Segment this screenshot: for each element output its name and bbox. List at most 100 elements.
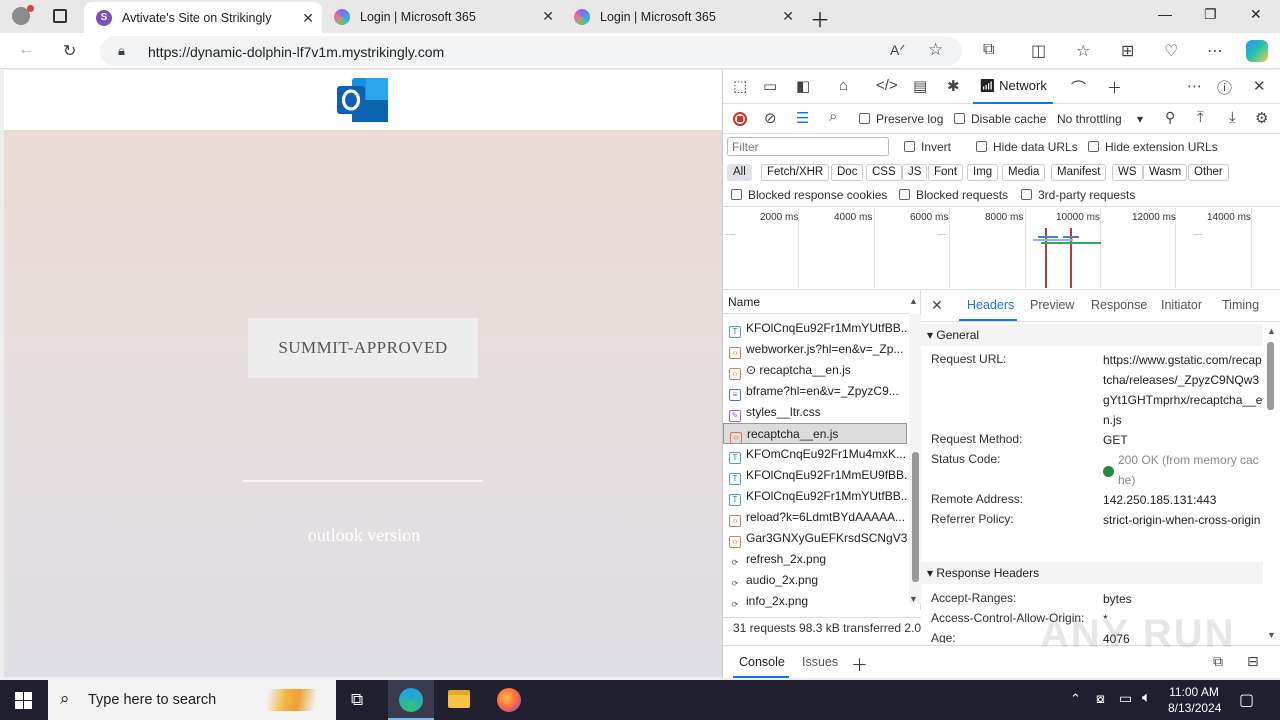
new-tab-icon[interactable]: ＋	[810, 4, 830, 33]
console-icon[interactable]: ▤	[913, 77, 927, 95]
device-toggle-icon[interactable]: ▭	[763, 77, 777, 95]
request-row[interactable]: ⟳ info_2x.png	[723, 591, 907, 612]
throttling-select[interactable]: No throttling ▾	[1057, 112, 1143, 126]
filter-doc[interactable]: Doc	[831, 164, 864, 181]
filter-media[interactable]: Media	[1002, 164, 1046, 181]
filter-manifest[interactable]: Manifest	[1051, 164, 1107, 181]
request-row[interactable]: ‹› ⊙ recaptcha__en.js	[723, 360, 907, 381]
tab-response[interactable]: Response	[1091, 298, 1147, 312]
request-row[interactable]: ⟳ refresh_2x.png	[723, 549, 907, 570]
filter-toggle-icon[interactable]: ☰	[796, 109, 809, 127]
request-row[interactable]: ‹› Gar3GNXyGuEFKrsdSCNgV3...	[723, 528, 907, 549]
more-tools-icon[interactable]: ＋	[1107, 77, 1122, 98]
preserve-log-checkbox[interactable]: Preserve log	[859, 112, 943, 126]
collections-icon[interactable]: ⊞	[1121, 41, 1134, 61]
third-party-requests-checkbox[interactable]: 3rd-party requests	[1021, 188, 1135, 202]
tab-strikingly[interactable]: S Avtivate's Site on Strikingly ✕	[84, 2, 322, 33]
filter-img[interactable]: Img	[967, 164, 999, 181]
wifi-tray-icon[interactable]: ▭	[1119, 690, 1132, 707]
lock-icon[interactable]: 🔒︎	[118, 43, 125, 59]
checkbox[interactable]	[1021, 189, 1032, 200]
help-icon[interactable]: ⓘ	[1217, 77, 1232, 98]
checkbox[interactable]	[731, 189, 742, 200]
request-list-scrollbar[interactable]	[909, 314, 921, 604]
sources-bug-icon[interactable]: ✱	[947, 77, 960, 95]
address-bar[interactable]: 🔒︎ https://dynamic-dolphin-lf7v1m.mystri…	[100, 36, 962, 66]
close-detail-icon[interactable]: ✕	[931, 297, 943, 314]
import-har-icon[interactable]: ⤒	[1197, 109, 1204, 126]
request-row[interactable]: T KFOlCnqEu92Fr1MmEU9fBB...	[723, 465, 907, 486]
request-row[interactable]: T KFOlCnqEu92Fr1MmYUtfBB...	[723, 486, 907, 507]
tab-initiator[interactable]: Initiator	[1161, 298, 1202, 312]
scroll-down-icon[interactable]: ▼	[909, 594, 918, 604]
blocked-requests-checkbox[interactable]: Blocked requests	[899, 188, 1008, 202]
record-icon[interactable]	[733, 112, 747, 126]
filter-fetch-xhr[interactable]: Fetch/XHR	[761, 164, 830, 181]
more-menu-icon[interactable]: ⋯	[1207, 41, 1223, 61]
file-explorer-icon[interactable]	[448, 690, 470, 708]
hide-data-urls-checkbox[interactable]: Hide data URLs	[976, 140, 1078, 154]
close-window-icon[interactable]: ✕	[1250, 6, 1262, 23]
tab-network[interactable]: 📶︎ Network	[973, 70, 1053, 104]
minimize-icon[interactable]: —	[1158, 6, 1172, 22]
request-row[interactable]: T KFOlCnqEu92Fr1MmYUtfBB...	[723, 318, 907, 339]
copilot-icon[interactable]	[1246, 40, 1268, 62]
general-section-header[interactable]: ▾ General	[921, 324, 1263, 346]
scroll-down-icon[interactable]: ▼	[1267, 630, 1276, 640]
scroll-up-icon[interactable]: ▲	[1267, 326, 1276, 336]
close-tab-icon[interactable]: ✕	[302, 10, 314, 27]
export-har-icon[interactable]: ⤓	[1229, 109, 1236, 126]
tab-login-2[interactable]: Login | Microsoft 365 ✕	[562, 0, 802, 33]
overflow-menu-icon[interactable]: ⋯	[1187, 77, 1202, 95]
tab-headers[interactable]: Headers	[967, 298, 1014, 312]
tab-issues[interactable]: Issues	[802, 655, 838, 669]
checkbox[interactable]	[954, 113, 965, 124]
refresh-icon[interactable]: ↻	[63, 41, 76, 61]
checkbox[interactable]	[899, 189, 910, 200]
firefox-icon[interactable]	[497, 688, 521, 712]
notifications-icon[interactable]: ▢	[1239, 690, 1254, 710]
checkbox[interactable]	[976, 141, 987, 152]
edge-taskbar-icon[interactable]	[388, 680, 434, 720]
hide-extension-urls-checkbox[interactable]: Hide extension URLs	[1088, 140, 1218, 154]
filter-wasm[interactable]: Wasm	[1143, 164, 1188, 181]
request-row[interactable]: ‹› reload?k=6LdmtBYdAAAAA...	[723, 507, 907, 528]
restore-icon[interactable]: ❐	[1204, 6, 1217, 23]
performance-icon[interactable]: ⌒	[1071, 77, 1086, 98]
taskbar-search[interactable]: ⌕ Type here to search	[48, 680, 336, 720]
name-column-header[interactable]: Name	[723, 290, 909, 314]
inspect-icon[interactable]: ⬚	[733, 77, 747, 95]
scroll-up-icon[interactable]: ▲	[909, 296, 918, 306]
settings-gear-icon[interactable]: ⚙	[1255, 109, 1268, 127]
show-hidden-icons-icon[interactable]: ⌃	[1070, 691, 1081, 707]
request-row[interactable]: ‹› webworker.js?hl=en&v=_Zp...	[723, 339, 907, 360]
favorite-star-icon[interactable]: ☆	[928, 40, 943, 60]
system-clock[interactable]: 11:00 AM 8/13/2024	[1168, 684, 1221, 716]
invert-checkbox[interactable]: Invert	[904, 140, 951, 154]
request-row[interactable]: T KFOmCnqEu92Fr1Mu4mxK...	[723, 444, 907, 465]
filter-all[interactable]: All	[727, 164, 752, 181]
close-devtools-icon[interactable]: ✕	[1253, 77, 1266, 95]
network-tray-icon[interactable]: ⧇	[1096, 690, 1105, 707]
tab-preview[interactable]: Preview	[1030, 298, 1074, 312]
response-headers-section-header[interactable]: ▾ Response Headers	[921, 562, 1263, 584]
search-icon[interactable]: ⌕	[829, 108, 837, 125]
request-row[interactable]: ⟳ audio_2x.png	[723, 570, 907, 591]
filter-input[interactable]: Filter	[727, 137, 889, 156]
request-row[interactable]: ✎ styles__ltr.css	[723, 402, 907, 423]
url-text[interactable]: https://dynamic-dolphin-lf7v1m.mystrikin…	[148, 44, 444, 60]
volume-icon[interactable]: 🔈︎	[1142, 689, 1151, 706]
task-view-icon[interactable]: ⧉	[351, 690, 363, 710]
clear-icon[interactable]: ⊘	[764, 109, 777, 127]
request-row[interactable]: ≡ bframe?hl=en&v=_ZpyzC9...	[723, 381, 907, 402]
tab-console[interactable]: Console	[739, 655, 785, 669]
windows-start-icon[interactable]	[15, 692, 32, 709]
tab-timing[interactable]: Timing	[1222, 298, 1259, 312]
filter-font[interactable]: Font	[928, 164, 964, 181]
scrollbar-thumb[interactable]	[912, 452, 919, 582]
checkbox[interactable]	[859, 113, 870, 124]
checkbox[interactable]	[1088, 141, 1099, 152]
add-drawer-tab-icon[interactable]: ＋	[851, 651, 868, 676]
checkbox[interactable]	[904, 141, 915, 152]
split-screen-icon[interactable]: ◫	[1031, 41, 1046, 61]
